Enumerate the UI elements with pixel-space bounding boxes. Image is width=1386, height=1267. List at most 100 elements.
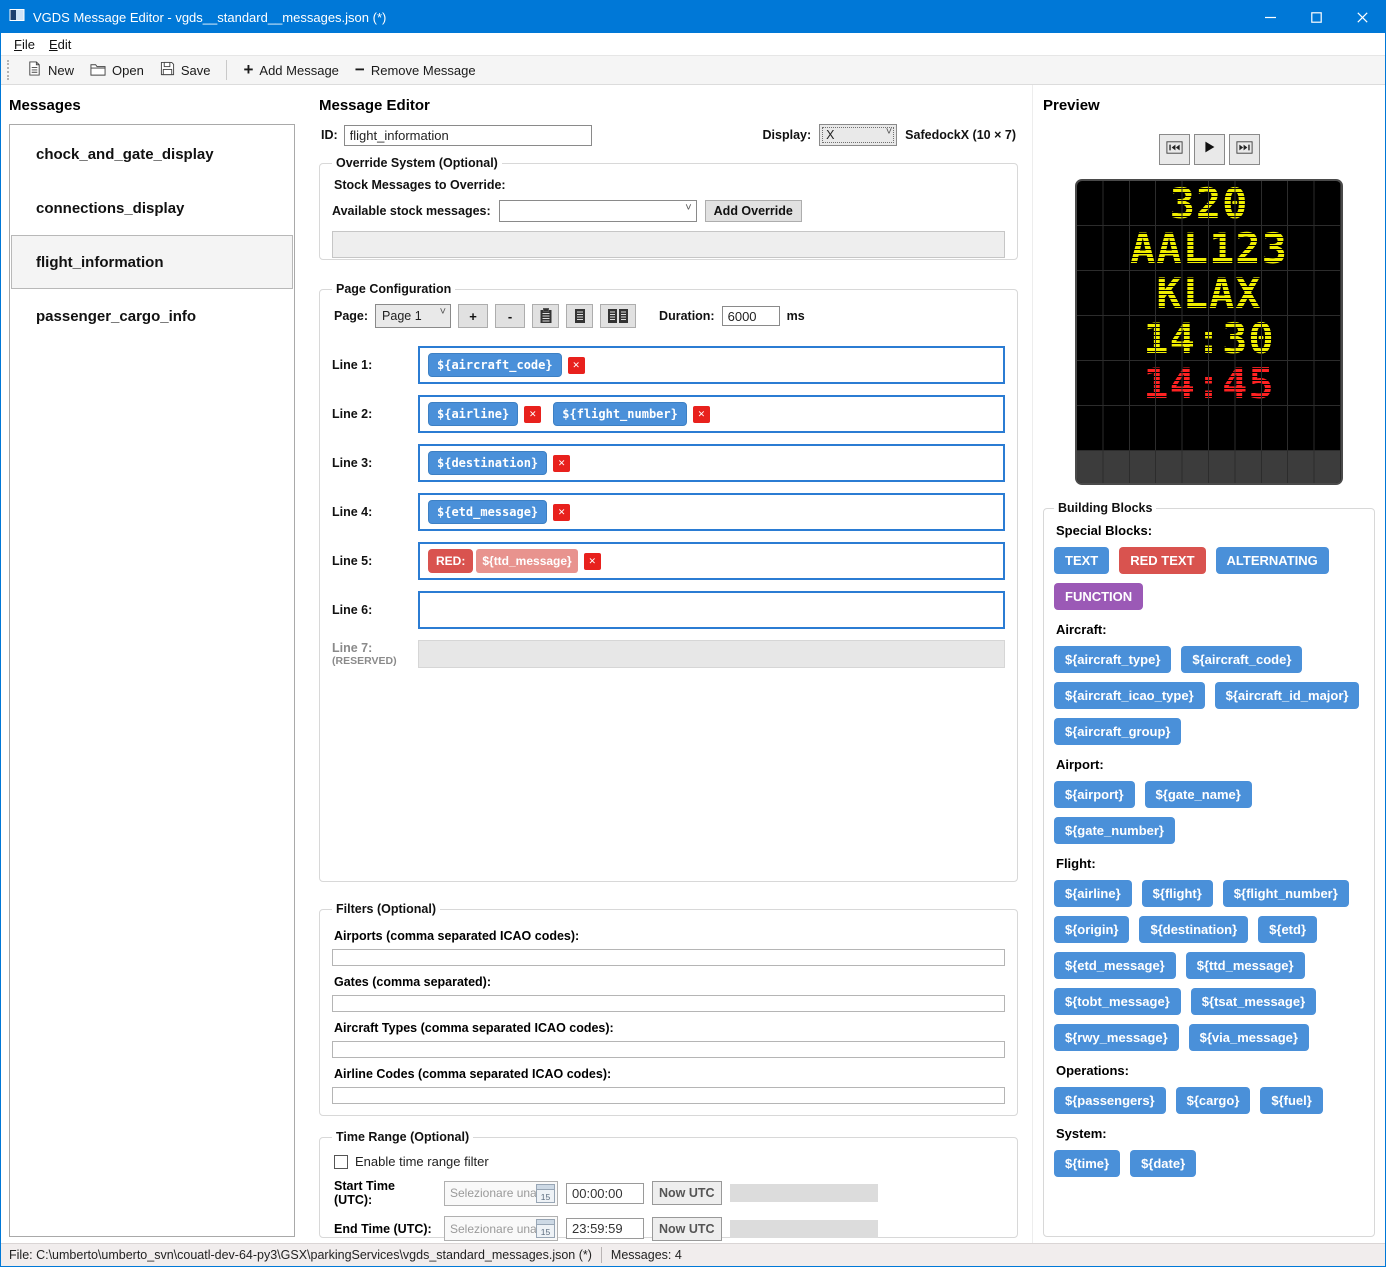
- toolbar-gripper[interactable]: [7, 60, 13, 80]
- add-override-button[interactable]: Add Override: [705, 200, 802, 222]
- status-file-path: File: C:\umberto\umberto_svn\couatl-dev-…: [9, 1248, 592, 1262]
- save-button[interactable]: Save: [152, 58, 219, 82]
- variable-block[interactable]: ${ttd_message}: [1186, 952, 1305, 979]
- variable-block[interactable]: ${time}: [1054, 1150, 1120, 1177]
- line-label-text: Line 2:: [332, 407, 418, 421]
- gates-filter-input[interactable]: [332, 995, 1005, 1012]
- duplicate-page-button[interactable]: [600, 304, 636, 328]
- remove-chip-button[interactable]: ✕: [693, 406, 710, 423]
- menu-edit[interactable]: Edit: [42, 35, 78, 54]
- variable-block[interactable]: ${aircraft_type}: [1054, 646, 1171, 673]
- line-input[interactable]: ${aircraft_code} ✕: [418, 346, 1005, 384]
- variable-block[interactable]: ${flight}: [1142, 880, 1213, 907]
- variable-block[interactable]: ${tobt_message}: [1054, 988, 1181, 1015]
- maximize-button[interactable]: [1293, 1, 1339, 33]
- aircraft-types-filter-input[interactable]: [332, 1041, 1005, 1058]
- airports-filter-input[interactable]: [332, 949, 1005, 966]
- calendar-icon[interactable]: 15: [536, 1219, 555, 1238]
- line-input[interactable]: ${airline} ✕ ${flight_number} ✕: [418, 395, 1005, 433]
- start-time-input[interactable]: [566, 1183, 644, 1204]
- variable-block[interactable]: ${rwy_message}: [1054, 1024, 1179, 1051]
- skip-to-start-button[interactable]: [1159, 134, 1190, 165]
- skip-to-end-button[interactable]: [1229, 134, 1260, 165]
- end-time-input[interactable]: [566, 1218, 644, 1239]
- remove-chip-button[interactable]: ✕: [524, 406, 541, 423]
- remove-chip-button[interactable]: ✕: [584, 553, 601, 570]
- variable-chip[interactable]: ${destination}: [428, 451, 547, 475]
- variable-chip[interactable]: ${ttd_message}: [476, 549, 577, 573]
- airline-codes-filter-input[interactable]: [332, 1087, 1005, 1104]
- variable-block[interactable]: ${via_message}: [1189, 1024, 1309, 1051]
- available-stock-row: Available stock messages: ˅ Add Override: [332, 200, 1005, 222]
- variable-block[interactable]: ${origin}: [1054, 916, 1129, 943]
- calendar-icon[interactable]: 15: [536, 1184, 555, 1203]
- variable-block[interactable]: ${aircraft_group}: [1054, 718, 1181, 745]
- variable-block[interactable]: ${airport}: [1054, 781, 1135, 808]
- override-list[interactable]: [332, 231, 1005, 258]
- display-select[interactable]: X ˅: [819, 124, 897, 146]
- display-label: Display:: [763, 128, 812, 142]
- page-select[interactable]: Page 1 ˅: [375, 304, 451, 328]
- variable-block[interactable]: ${flight_number}: [1223, 880, 1349, 907]
- end-date-picker[interactable]: Selezionare una 15: [444, 1216, 558, 1241]
- copy-page-button[interactable]: [532, 304, 559, 328]
- variable-chip[interactable]: ${airline}: [428, 402, 518, 426]
- line-input[interactable]: ${destination} ✕: [418, 444, 1005, 482]
- remove-chip-button[interactable]: ✕: [553, 504, 570, 521]
- variable-chip[interactable]: ${aircraft_code}: [428, 353, 562, 377]
- add-page-button[interactable]: +: [458, 304, 488, 328]
- variable-block[interactable]: ${date}: [1130, 1150, 1196, 1177]
- remove-page-button[interactable]: -: [495, 304, 525, 328]
- special-block-text[interactable]: TEXT: [1054, 547, 1109, 574]
- status-separator: [601, 1247, 602, 1263]
- open-button[interactable]: Open: [82, 59, 152, 82]
- end-time-row: End Time (UTC): Selezionare una 15 Now U…: [334, 1216, 1005, 1241]
- variable-block[interactable]: ${gate_name}: [1145, 781, 1252, 808]
- list-item[interactable]: connections_display: [11, 181, 293, 235]
- variable-block[interactable]: ${fuel}: [1260, 1087, 1322, 1114]
- new-button[interactable]: New: [19, 58, 82, 82]
- variable-chip[interactable]: ${flight_number}: [553, 402, 687, 426]
- special-block-function[interactable]: FUNCTION: [1054, 583, 1143, 610]
- variable-block[interactable]: ${passengers}: [1054, 1087, 1166, 1114]
- start-date-picker[interactable]: Selezionare una 15: [444, 1181, 558, 1206]
- variable-block[interactable]: ${destination}: [1139, 916, 1248, 943]
- variable-block[interactable]: ${aircraft_id_major}: [1215, 682, 1360, 709]
- variable-block[interactable]: ${aircraft_code}: [1181, 646, 1302, 673]
- variable-block[interactable]: ${aircraft_icao_type}: [1054, 682, 1205, 709]
- led-text: AAL123: [1130, 226, 1288, 271]
- remove-message-button[interactable]: − Remove Message: [347, 60, 484, 81]
- line-input[interactable]: ${etd_message} ✕: [418, 493, 1005, 531]
- enable-time-range-checkbox[interactable]: [334, 1155, 348, 1169]
- add-message-button[interactable]: + Add Message: [235, 60, 346, 81]
- id-input[interactable]: [344, 125, 592, 146]
- list-item[interactable]: passenger_cargo_info: [11, 289, 293, 343]
- play-button[interactable]: [1194, 134, 1225, 165]
- end-now-utc-button[interactable]: Now UTC: [652, 1217, 722, 1241]
- special-block-red-text[interactable]: RED TEXT: [1119, 547, 1205, 574]
- list-item[interactable]: chock_and_gate_display: [11, 127, 293, 181]
- special-block-alternating[interactable]: ALTERNATING: [1216, 547, 1329, 574]
- red-text-chip[interactable]: RED:: [428, 549, 473, 573]
- page-select-value: Page 1: [382, 309, 422, 323]
- menu-file[interactable]: File: [7, 35, 42, 54]
- close-button[interactable]: [1339, 1, 1385, 33]
- line-input[interactable]: [418, 591, 1005, 629]
- variable-block[interactable]: ${airline}: [1054, 880, 1132, 907]
- variable-block[interactable]: ${cargo}: [1176, 1087, 1251, 1114]
- duration-input[interactable]: [722, 306, 780, 326]
- variable-block[interactable]: ${etd}: [1258, 916, 1317, 943]
- variable-block[interactable]: ${etd_message}: [1054, 952, 1176, 979]
- start-now-utc-button[interactable]: Now UTC: [652, 1181, 722, 1205]
- remove-chip-button[interactable]: ✕: [553, 455, 570, 472]
- messages-list[interactable]: chock_and_gate_displayconnections_displa…: [9, 124, 295, 1237]
- list-item[interactable]: flight_information: [11, 235, 293, 289]
- line-input[interactable]: RED:${ttd_message} ✕: [418, 542, 1005, 580]
- variable-block[interactable]: ${gate_number}: [1054, 817, 1175, 844]
- remove-chip-button[interactable]: ✕: [568, 357, 585, 374]
- variable-chip[interactable]: ${etd_message}: [428, 500, 547, 524]
- variable-block[interactable]: ${tsat_message}: [1191, 988, 1316, 1015]
- paste-page-button[interactable]: [566, 304, 593, 328]
- stock-messages-select[interactable]: ˅: [499, 200, 697, 222]
- minimize-button[interactable]: [1247, 1, 1293, 33]
